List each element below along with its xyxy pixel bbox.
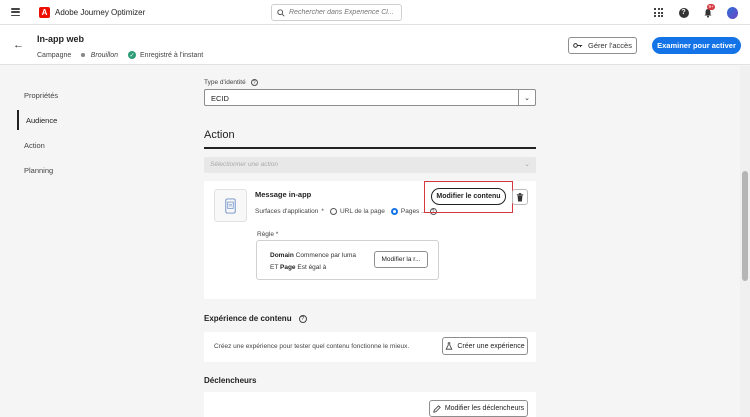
- flask-icon: [445, 342, 453, 350]
- nav-item-planning[interactable]: Planning: [17, 160, 167, 180]
- status-badge: Brouillon: [90, 51, 118, 59]
- identity-type-label: Type d'identité ?: [204, 79, 258, 86]
- user-avatar[interactable]: [727, 6, 738, 19]
- help-icon[interactable]: ?: [678, 7, 689, 18]
- section-divider: [204, 147, 536, 149]
- top-bar: A Adobe Journey Optimizer ? 9+: [0, 0, 750, 25]
- create-experience-button[interactable]: Créer une expérience: [442, 337, 528, 355]
- action-select: Sélectionner une action ⌄: [204, 157, 536, 173]
- option-pages-label[interactable]: Pages ...: [401, 208, 427, 215]
- edit-triggers-label: Modifier les déclencheurs: [444, 405, 525, 412]
- nav-item-audience[interactable]: Audience: [17, 110, 167, 130]
- manage-access-button[interactable]: Gérer l'accès: [568, 37, 637, 54]
- rule-box: Domain Commence par luma ET Page Est éga…: [256, 240, 439, 280]
- scrollbar-thumb[interactable]: [742, 171, 748, 281]
- identity-type-select[interactable]: ECID ⌄: [204, 89, 536, 106]
- pencil-icon: [433, 404, 441, 413]
- adobe-logo-icon: A: [39, 7, 50, 18]
- in-app-message-icon: [214, 189, 247, 222]
- campaign-type: Campagne: [37, 51, 72, 59]
- content-experience-card: Créez une expérience pour tester quel co…: [204, 332, 536, 362]
- edit-triggers-button[interactable]: Modifier les déclencheurs: [429, 400, 528, 417]
- saved-status: Enregistré à l'instant: [140, 51, 204, 59]
- create-experience-label: Créer une expérience: [457, 342, 525, 350]
- experience-description: Créez une expérience pour tester quel co…: [214, 343, 410, 350]
- campaign-header: ← In-app web Campagne Brouillon ✓ Enregi…: [0, 25, 750, 65]
- identity-type-value: ECID: [211, 94, 229, 103]
- rule-key-page: Page: [280, 264, 296, 271]
- content-experience-heading: Expérience de contenu ?: [204, 314, 307, 323]
- help-icon[interactable]: ?: [298, 314, 307, 323]
- action-heading: Action: [204, 129, 235, 141]
- rule-and-text: ET: [270, 264, 279, 271]
- radio-url-page[interactable]: [329, 208, 337, 215]
- rule-operator-text: Commence par luma: [295, 252, 356, 259]
- chevron-down-icon[interactable]: ⌄: [518, 90, 535, 105]
- rule-label: Règle *: [257, 231, 279, 238]
- campaign-meta: Campagne Brouillon ✓ Enregistré à l'inst…: [37, 51, 203, 59]
- notification-badge: 9+: [707, 4, 716, 10]
- rule-key-domain: Domain: [270, 252, 294, 259]
- identity-type-label-text: Type d'identité: [204, 79, 246, 86]
- apps-grid-icon[interactable]: [653, 7, 664, 18]
- action-select-placeholder: Sélectionner une action: [210, 161, 278, 168]
- chevron-down-icon: ⌄: [524, 161, 530, 168]
- search-icon: [277, 8, 285, 17]
- app-title[interactable]: Adobe Journey Optimizer: [55, 8, 145, 17]
- in-app-message-card: Message in-app Surfaces d'application * …: [204, 181, 536, 299]
- triggers-heading: Déclencheurs: [204, 376, 257, 385]
- triggers-card: Modifier les déclencheurs: [204, 392, 536, 417]
- modify-rule-button[interactable]: Modifier la r...: [374, 251, 428, 268]
- check-circle-icon: ✓: [128, 51, 136, 59]
- nav-item-action[interactable]: Action: [17, 135, 167, 155]
- search-box[interactable]: [271, 4, 402, 21]
- app-surfaces-label: Surfaces d'application: [255, 208, 319, 215]
- message-title: Message in-app: [255, 190, 312, 199]
- rule-condition-2: ET Page Est égal à: [270, 264, 326, 271]
- option-url-label[interactable]: URL de la page: [340, 208, 385, 215]
- radio-pages[interactable]: [390, 208, 398, 215]
- key-icon: [573, 43, 583, 48]
- rule-operator-text: Est égal à: [297, 264, 327, 271]
- page-title: In-app web: [37, 34, 84, 44]
- back-arrow-icon[interactable]: ←: [13, 39, 24, 51]
- delete-trash-icon[interactable]: [512, 189, 528, 205]
- review-activate-button[interactable]: Examiner pour activer: [652, 37, 741, 54]
- app-surfaces-row: Surfaces d'application * URL de la page …: [255, 208, 437, 215]
- status-dot-icon: [81, 53, 85, 57]
- content-experience-title: Expérience de contenu: [204, 314, 292, 323]
- menu-icon[interactable]: [11, 8, 20, 16]
- nav-item-properties[interactable]: Propriétés: [17, 85, 167, 105]
- left-navigation: Propriétés Audience Action Planning: [0, 66, 188, 417]
- modify-content-button[interactable]: Modifier le contenu: [431, 188, 506, 205]
- search-input[interactable]: [289, 9, 399, 16]
- manage-access-label: Gérer l'accès: [588, 41, 632, 50]
- help-icon[interactable]: ?: [250, 79, 258, 86]
- required-asterisk: *: [321, 208, 324, 215]
- rule-condition-1: Domain Commence par luma: [270, 252, 356, 259]
